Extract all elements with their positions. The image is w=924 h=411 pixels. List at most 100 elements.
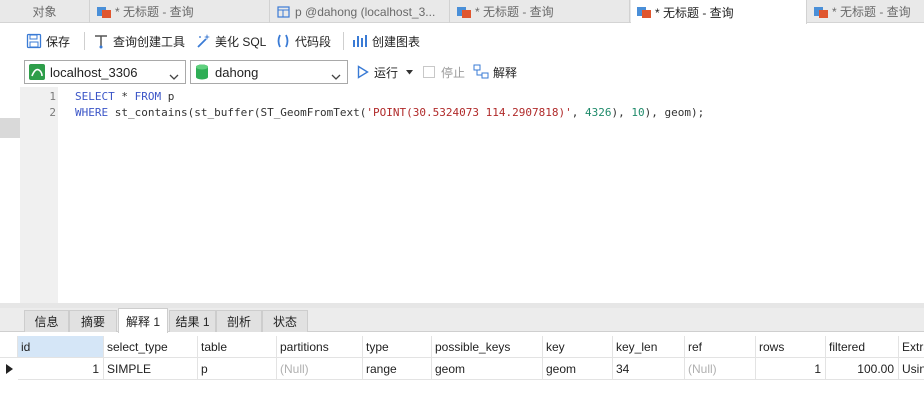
database-select[interactable]: dahong [190,60,348,84]
sql-text: ), [611,106,632,119]
column-header[interactable]: possible_keys [432,336,543,358]
query-builder-icon [93,33,109,49]
tab-result-1[interactable]: 结果 1 [169,310,216,332]
tab-query-2[interactable]: * 无标题 - 查询 [451,0,630,23]
column-header[interactable]: partitions [277,336,363,358]
play-icon [357,65,369,79]
table-cell[interactable]: 34 [613,358,685,380]
database-value: dahong [215,64,259,80]
column-header[interactable]: Extra [899,336,924,358]
column-header[interactable]: ref [685,336,756,358]
tab-summary[interactable]: 摘要 [69,310,117,332]
table-cell[interactable]: SIMPLE [104,358,198,380]
table-cell[interactable]: geom [543,358,613,380]
explain-icon [473,64,489,80]
grid-corner [0,336,18,358]
tab-label: 结果 1 [175,315,210,329]
sql-text: st_contains(st_buffer(ST_GeomFromText( [108,106,367,119]
tab-query-1[interactable]: * 无标题 - 查询 [91,0,270,23]
table-cell[interactable]: geom [432,358,543,380]
query-icon [457,6,471,18]
query-builder-label: 查询创建工具 [113,34,186,49]
table-cell[interactable]: 1 [756,358,826,380]
explain-label: 解释 [493,65,518,80]
magic-wand-icon [195,33,211,49]
sql-string: 'POINT(30.5324073 114.2907818)' [366,106,572,119]
tab-label: 摘要 [80,315,105,329]
caret-down-icon[interactable] [406,69,414,75]
tab-objects[interactable]: 对象 [0,0,90,23]
connection-select[interactable]: localhost_3306 [24,60,186,84]
column-header[interactable]: key_len [613,336,685,358]
stop-label: 停止 [441,65,466,80]
sql-editor[interactable]: 1 2 SELECT * FROM p WHERE st_contains(st… [0,87,924,303]
line-number-gutter [20,87,58,303]
tab-query-active[interactable]: * 无标题 - 查询 [631,0,807,24]
query-builder-button[interactable]: 查询创建工具 [93,32,185,50]
connection-value: localhost_3306 [50,64,138,80]
run-label: 运行 [374,65,399,80]
sql-text: * [114,90,135,103]
save-label: 保存 [46,34,71,49]
sql-keyword: WHERE [75,106,109,119]
toolbar-divider [84,32,85,50]
side-panel-handle[interactable] [0,118,20,138]
query-toolbar: 保存 查询创建工具 美化 SQL 代码段 创建图表 [0,24,924,58]
result-tab-bar: 信息 摘要 解释 1 结果 1 剖析 状态 [0,308,924,333]
database-icon [195,64,209,80]
save-button[interactable]: 保存 [26,32,70,50]
sql-text: , [571,106,585,119]
tab-status[interactable]: 状态 [262,310,308,332]
tab-label: 状态 [272,315,297,329]
tab-profile[interactable]: 剖析 [216,310,262,332]
table-cell[interactable]: (Null) [685,358,756,380]
column-header[interactable]: key [543,336,613,358]
column-header[interactable]: table [198,336,277,358]
column-header[interactable]: rows [756,336,826,358]
mysql-connection-icon [29,64,45,80]
table-cell[interactable]: Using [899,358,924,380]
tab-explain-1[interactable]: 解释 1 [118,308,168,333]
sql-text: ), geom); [644,106,705,119]
query-icon [637,6,651,18]
toolbar-divider [343,32,344,50]
table-cell[interactable]: 1 [18,358,104,380]
tab-info[interactable]: 信息 [24,310,69,332]
tab-label: p @dahong (localhost_3... [295,4,436,19]
create-chart-button[interactable]: 创建图表 [352,32,420,50]
line-number: 2 [49,106,56,119]
beautify-sql-button[interactable]: 美化 SQL [195,32,266,50]
table-cell[interactable]: 100.00 [826,358,899,380]
column-header[interactable]: select_type [104,336,198,358]
tab-label: * 无标题 - 查询 [655,5,734,20]
stop-icon [423,66,435,78]
beautify-sql-label: 美化 SQL [215,34,267,49]
connection-bar: localhost_3306 dahong 运行 停止 解释 [0,58,924,86]
chevron-down-icon [169,69,179,84]
sql-keyword: SELECT [75,90,115,103]
code-snippet-label: 代码段 [295,34,332,49]
column-header[interactable]: id [18,336,104,358]
run-button[interactable]: 运行 [357,63,414,81]
create-chart-label: 创建图表 [372,34,421,49]
line-number: 1 [49,90,56,103]
tab-label: 剖析 [226,315,251,329]
table-cell[interactable]: p [198,358,277,380]
table-cell[interactable]: (Null) [277,358,363,380]
tab-table-p[interactable]: p @dahong (localhost_3... [271,0,450,23]
tab-label: 对象 [32,5,57,19]
stop-button[interactable]: 停止 [423,63,465,81]
chart-icon [352,33,368,49]
current-row-marker-icon [0,358,18,380]
explain-button[interactable]: 解释 [473,63,517,81]
tab-label: * 无标题 - 查询 [475,5,554,19]
code-snippet-icon [275,33,291,49]
table-cell[interactable]: range [363,358,432,380]
column-header[interactable]: type [363,336,432,358]
tab-label: * 无标题 - 查询 [832,5,911,19]
column-header[interactable]: filtered [826,336,899,358]
sql-text: p [161,90,175,103]
chevron-down-icon [331,69,341,84]
tab-query-3[interactable]: * 无标题 - 查询 [808,0,924,23]
code-snippet-button[interactable]: 代码段 [275,32,331,50]
